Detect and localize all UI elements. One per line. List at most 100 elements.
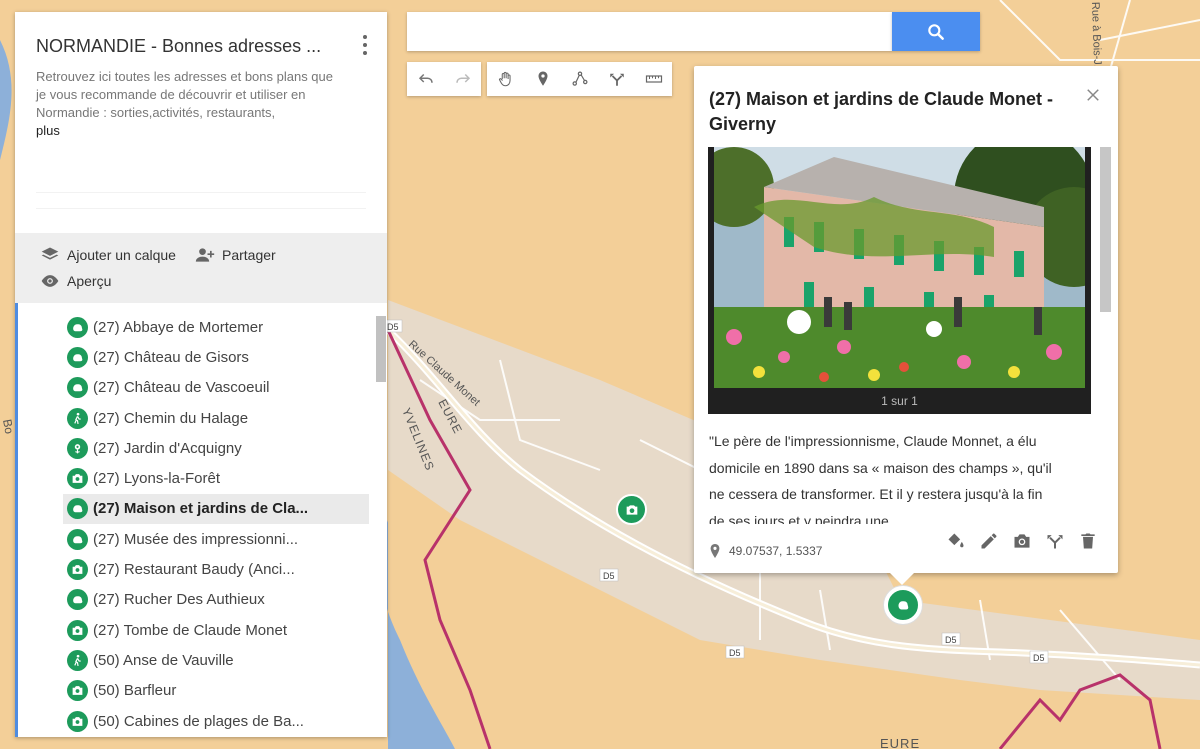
list-item[interactable]: (27) Restaurant Baudy (Anci...	[63, 554, 369, 584]
hand-icon	[73, 596, 83, 604]
camera-icon	[1014, 534, 1029, 548]
location-pin-icon	[710, 544, 720, 558]
place-marker-icon	[67, 649, 88, 671]
svg-text:D5: D5	[387, 322, 399, 332]
hand-icon	[73, 323, 83, 331]
place-photo[interactable]	[714, 147, 1085, 388]
list-item[interactable]: (50) Barfleur	[63, 676, 369, 706]
flower-icon	[74, 443, 81, 454]
place-marker-icon	[67, 619, 88, 641]
svg-text:D5: D5	[603, 571, 615, 581]
places-list: (27) Abbaye de Mortemer (27) Château de G…	[63, 312, 369, 736]
layers-icon	[41, 247, 59, 260]
list-item[interactable]: (50) Anse de Vauville	[63, 645, 369, 675]
camera-icon	[72, 565, 83, 574]
more-options-icon[interactable]	[357, 34, 373, 56]
place-marker-icon	[67, 346, 88, 368]
search-input[interactable]	[407, 12, 892, 51]
road-tag-d5: D5	[941, 632, 961, 646]
camera-icon	[72, 625, 83, 635]
pan-tool-button[interactable]	[487, 62, 524, 96]
place-label: (27) Lyons-la-Forêt	[93, 470, 220, 488]
search-button[interactable]	[892, 12, 980, 51]
edit-button[interactable]	[972, 529, 1005, 553]
place-label: (27) Jardin d'Acquigny	[93, 439, 242, 457]
hiker-icon	[74, 412, 81, 424]
place-label: (27) Abbaye de Mortemer	[93, 318, 264, 336]
place-info-card: (27) Maison et jardins de Claude Monet -…	[694, 66, 1118, 585]
map-marker-selected[interactable]	[884, 586, 922, 624]
place-marker-icon	[67, 680, 88, 702]
history-toolbar	[407, 62, 481, 96]
share-button[interactable]: Partager	[195, 245, 276, 265]
directions-button[interactable]	[598, 62, 635, 96]
measure-button[interactable]	[635, 62, 672, 96]
department-label-eure-bottom: EURE	[880, 736, 920, 749]
style-button[interactable]	[939, 529, 972, 553]
hiker-icon	[74, 654, 81, 666]
list-item[interactable]: (27) Tombe de Claude Monet	[63, 615, 369, 645]
list-item[interactable]: (27) Abbaye de Mortemer	[63, 312, 369, 342]
info-card-scrollbar[interactable]	[1100, 147, 1111, 312]
road-tag-d5: D5	[1029, 650, 1049, 664]
place-marker-icon	[67, 468, 88, 490]
hand-icon	[73, 535, 83, 544]
directions-icon	[1047, 535, 1062, 549]
preview-label: Aperçu	[67, 273, 112, 289]
drawing-toolbar	[487, 62, 672, 96]
redo-button[interactable]	[444, 62, 481, 96]
road-tag-d5: D5	[725, 645, 745, 659]
map-marker-camera[interactable]	[616, 494, 647, 525]
undo-button[interactable]	[407, 62, 444, 96]
list-item[interactable]: (27) Château de Vascoeuil	[63, 373, 369, 403]
list-item[interactable]: (27) Musée des impressionni...	[63, 524, 369, 554]
place-marker-icon	[67, 437, 88, 459]
camera-icon	[72, 474, 83, 483]
info-title: (27) Maison et jardins de Claude Monet -…	[709, 89, 1054, 134]
list-item[interactable]: (50) Cabines de plages de Ba...	[63, 706, 369, 736]
draw-line-button[interactable]	[561, 62, 598, 96]
coordinates: 49.07537, 1.5337	[709, 544, 822, 558]
preview-button[interactable]: Aperçu	[40, 271, 111, 291]
delete-button[interactable]	[1071, 529, 1104, 553]
add-marker-button[interactable]	[524, 62, 561, 96]
place-label: (27) Château de Gisors	[93, 348, 249, 366]
redo-icon	[455, 73, 470, 83]
add-layer-button[interactable]: Ajouter un calque	[40, 245, 176, 265]
place-label: (27) Château de Vascoeuil	[93, 379, 270, 397]
more-link[interactable]: plus	[36, 122, 346, 140]
map-description: Retrouvez ici toutes les adresses et bon…	[36, 68, 346, 140]
svg-text:D5: D5	[1033, 653, 1045, 663]
layer-tools: Ajouter un calque Partager Aperçu	[15, 233, 387, 303]
close-icon[interactable]	[1084, 86, 1102, 104]
place-label: (50) Anse de Vauville	[93, 651, 234, 669]
directions-to-button[interactable]	[1038, 529, 1071, 553]
list-item[interactable]: (27) Lyons-la-Forêt	[63, 463, 369, 493]
list-item[interactable]: (27) Rucher Des Authieux	[63, 585, 369, 615]
svg-text:D5: D5	[945, 635, 957, 645]
list-item[interactable]: (27) Jardin d'Acquigny	[63, 433, 369, 463]
add-layer-label: Ajouter un calque	[67, 247, 176, 263]
map-title[interactable]: NORMANDIE - Bonnes adresses ...	[36, 36, 321, 57]
road-tag-d5: D5	[599, 568, 619, 582]
place-marker-icon	[67, 528, 88, 550]
camera-icon	[72, 686, 83, 696]
eye-icon	[41, 275, 59, 287]
list-item[interactable]: (27) Maison et jardins de Cla...	[63, 493, 369, 525]
list-item[interactable]: (27) Château de Gisors	[63, 342, 369, 372]
hand-icon	[73, 505, 83, 513]
place-label: (27) Musée des impressionni...	[93, 530, 299, 548]
list-item[interactable]: (27) Chemin du Halage	[63, 403, 369, 433]
add-photo-button[interactable]	[1005, 529, 1038, 553]
paint-bucket-icon	[948, 533, 963, 548]
description-text: Retrouvez ici toutes les adresses et bon…	[36, 69, 334, 120]
hand-icon	[898, 601, 909, 610]
photo-frame[interactable]: 1 sur 1	[708, 147, 1091, 414]
place-marker-icon	[67, 377, 88, 399]
list-scrollbar[interactable]	[372, 303, 387, 737]
place-label: (27) Restaurant Baudy (Anci...	[93, 561, 295, 579]
list-scrollbar-thumb[interactable]	[376, 316, 386, 382]
card-actions	[939, 529, 1104, 553]
info-card-pointer	[890, 573, 914, 585]
trash-icon	[1080, 533, 1095, 549]
